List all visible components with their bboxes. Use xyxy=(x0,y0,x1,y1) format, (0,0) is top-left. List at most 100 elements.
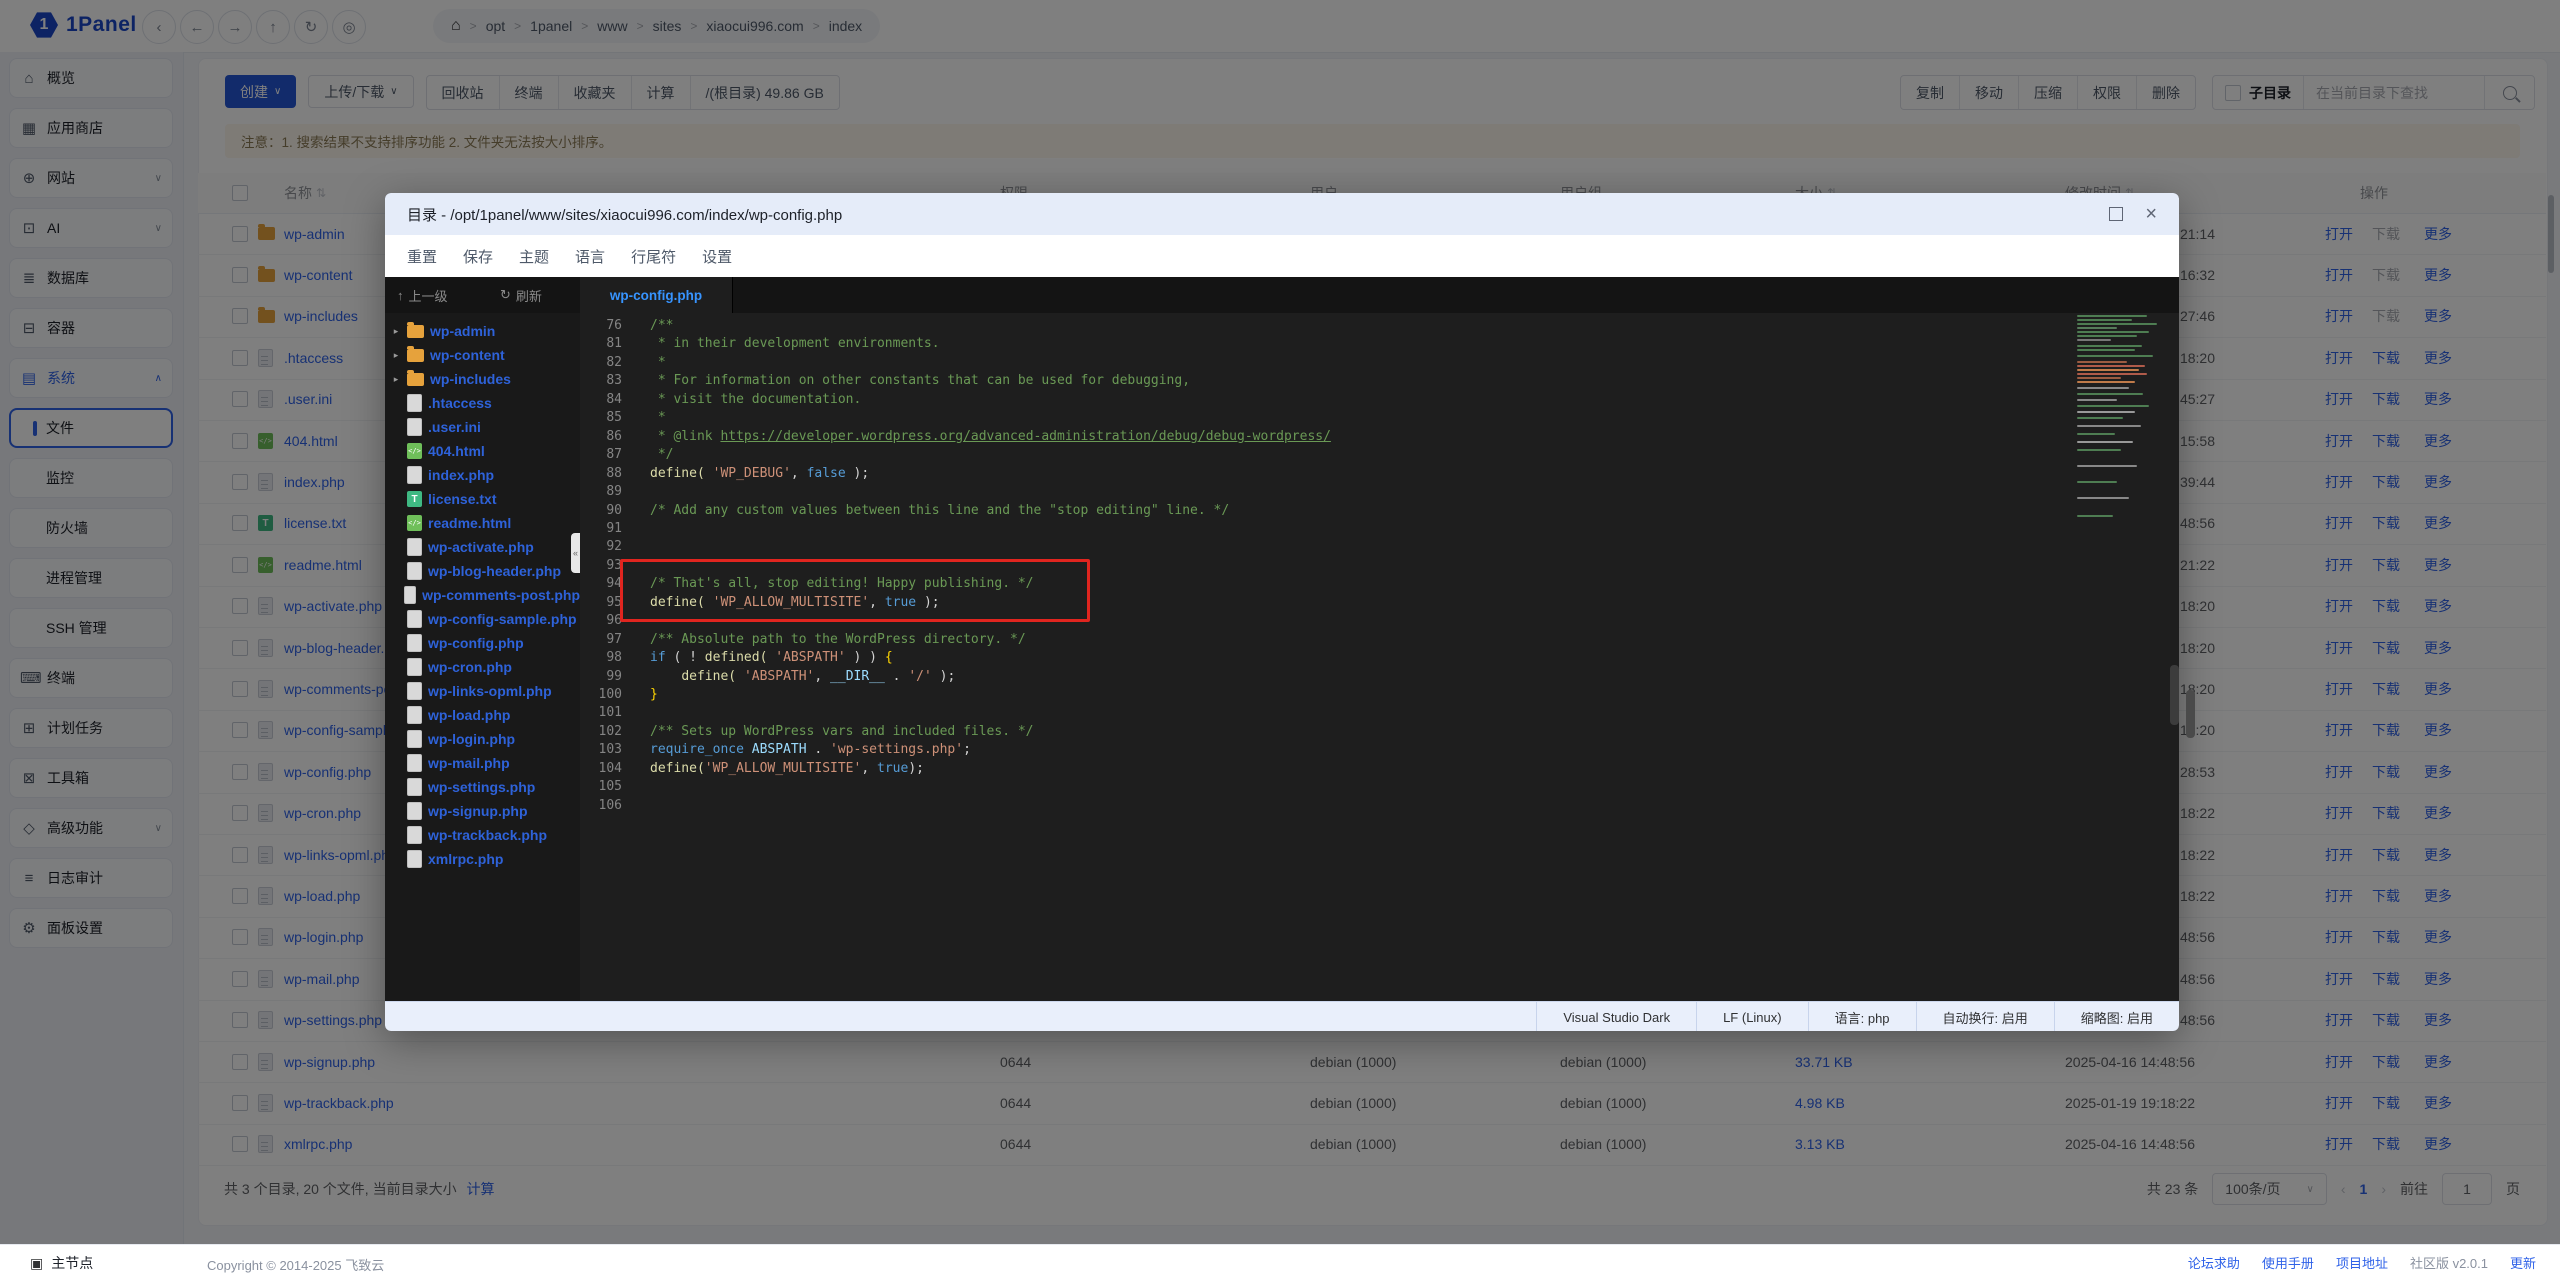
tree-item-label: wp-signup.php xyxy=(428,803,528,819)
tree-item-wp-login.php[interactable]: wp-login.php xyxy=(385,727,580,751)
tree-item-index.php[interactable]: index.php xyxy=(385,463,580,487)
tree-item-wp-comments-post.php[interactable]: wp-comments-post.php xyxy=(385,583,580,607)
tree-item-wp-config-sample.php[interactable]: wp-config-sample.php xyxy=(385,607,580,631)
line-number: 91 xyxy=(580,520,622,538)
caret-right-icon[interactable]: ▸ xyxy=(391,326,401,337)
line-number: 89 xyxy=(580,483,622,501)
code-text: } xyxy=(650,686,658,704)
tree-item-label: wp-settings.php xyxy=(428,779,535,795)
tree-item-readme.html[interactable]: </>readme.html xyxy=(385,511,580,535)
code-line-83: 83 * For information on other constants … xyxy=(580,372,2179,390)
update-link[interactable]: 更新 xyxy=(2510,1253,2536,1272)
tree-collapse-handle[interactable]: « xyxy=(571,533,580,573)
code-text: define('WP_ALLOW_MULTISITE', true); xyxy=(650,760,924,778)
code-line-97: 97/** Absolute path to the WordPress dir… xyxy=(580,631,2179,649)
tree-item-wp-signup.php[interactable]: wp-signup.php xyxy=(385,799,580,823)
file-icon xyxy=(407,418,422,436)
code-text: * in their development environments. xyxy=(650,335,940,353)
caret-right-icon[interactable]: ▸ xyxy=(391,350,401,361)
tree-item-wp-content[interactable]: ▸wp-content xyxy=(385,343,580,367)
footer-link-论坛求助[interactable]: 论坛求助 xyxy=(2188,1253,2240,1272)
line-number: 81 xyxy=(580,335,622,353)
tree-up-button[interactable]: ↑ 上一级 xyxy=(397,277,448,313)
line-number: 96 xyxy=(580,612,622,630)
tree-item-label: wp-includes xyxy=(430,371,511,387)
tree-item-wp-trackback.php[interactable]: wp-trackback.php xyxy=(385,823,580,847)
tree-item-label: wp-mail.php xyxy=(428,755,510,771)
code-text: define( 'ABSPATH', __DIR__ . '/' ); xyxy=(650,668,955,686)
tree-item-404.html[interactable]: </>404.html xyxy=(385,439,580,463)
line-number: 83 xyxy=(580,372,622,390)
editor-menu-保存[interactable]: 保存 xyxy=(463,246,493,267)
tree-item-license.txt[interactable]: Tlicense.txt xyxy=(385,487,580,511)
footer-link-使用手册[interactable]: 使用手册 xyxy=(2262,1253,2314,1272)
tree-refresh-button[interactable]: ↻ 刷新 xyxy=(500,277,542,313)
tree-item-label: readme.html xyxy=(428,515,511,531)
code-line-82: 82 * xyxy=(580,354,2179,372)
editor-menu-语言[interactable]: 语言 xyxy=(575,246,605,267)
code-line-100: 100} xyxy=(580,686,2179,704)
tree-item-label: wp-admin xyxy=(430,323,495,339)
tree-item-.user.ini[interactable]: .user.ini xyxy=(385,415,580,439)
code-file-icon: </> xyxy=(407,443,422,459)
tree-item-label: wp-load.php xyxy=(428,707,510,723)
tree-item-wp-config.php[interactable]: wp-config.php xyxy=(385,631,580,655)
tree-item-xmlrpc.php[interactable]: xmlrpc.php xyxy=(385,847,580,871)
tree-item-wp-cron.php[interactable]: wp-cron.php xyxy=(385,655,580,679)
tree-item-label: wp-blog-header.php xyxy=(428,563,561,579)
tree-item-wp-links-opml.php[interactable]: wp-links-opml.php xyxy=(385,679,580,703)
close-icon[interactable]: × xyxy=(2145,204,2157,224)
file-icon xyxy=(407,682,422,700)
version-label: 社区版 v2.0.1 xyxy=(2410,1253,2488,1272)
code-line-102: 102 /** Sets up WordPress vars and includ… xyxy=(580,723,2179,741)
dialog-scrollbar-thumb[interactable] xyxy=(2186,690,2195,738)
code-text: /** Sets up WordPress vars and included … xyxy=(650,723,1034,741)
tree-item-label: .htaccess xyxy=(428,395,492,411)
line-number: 90 xyxy=(580,502,622,520)
line-number: 102 xyxy=(580,723,622,741)
file-icon xyxy=(407,754,422,772)
code-line-92: 92 xyxy=(580,538,2179,556)
code-text: require_once ABSPATH . 'wp-settings.php'… xyxy=(650,741,971,759)
editor-menu-设置[interactable]: 设置 xyxy=(702,246,732,267)
tree-item-wp-settings.php[interactable]: wp-settings.php xyxy=(385,775,580,799)
line-number: 82 xyxy=(580,354,622,372)
master-node[interactable]: ▣ 主节点 xyxy=(30,1253,93,1273)
editor-menu-行尾符[interactable]: 行尾符 xyxy=(631,246,676,267)
status-eol[interactable]: LF (Linux) xyxy=(1696,1002,1808,1031)
fullscreen-icon[interactable] xyxy=(2109,207,2123,221)
code-text: * xyxy=(650,354,666,372)
tree-item-wp-includes[interactable]: ▸ wp-includes xyxy=(385,367,580,391)
code-editor-area[interactable]: 76/**81 * in their development environme… xyxy=(580,313,2179,1001)
code-line-98: 98if ( ! defined( 'ABSPATH' ) ) { xyxy=(580,649,2179,667)
editor-menu-主题[interactable]: 主题 xyxy=(519,246,549,267)
status-language[interactable]: 语言: php xyxy=(1808,1002,1916,1031)
status-theme[interactable]: Visual Studio Dark xyxy=(1536,1002,1696,1031)
folder-icon xyxy=(407,325,424,338)
footer-link-项目地址[interactable]: 项目地址 xyxy=(2336,1253,2388,1272)
caret-right-icon[interactable]: ▸ xyxy=(391,374,401,385)
code-line-106: 106 xyxy=(580,797,2179,815)
line-number: 105 xyxy=(580,778,622,796)
line-number: 84 xyxy=(580,391,622,409)
line-number: 76 xyxy=(580,317,622,335)
tree-item-wp-load.php[interactable]: wp-load.php xyxy=(385,703,580,727)
editor-tab-wp-config[interactable]: wp-config.php xyxy=(580,277,733,313)
status-minimap[interactable]: 缩略图: 启用 xyxy=(2054,1002,2179,1031)
tree-item-wp-admin[interactable]: ▸ wp-admin xyxy=(385,319,580,343)
status-wordwrap[interactable]: 自动换行: 启用 xyxy=(1916,1002,2054,1031)
tree-item-wp-activate.php[interactable]: wp-activate.php xyxy=(385,535,580,559)
editor-menu-重置[interactable]: 重置 xyxy=(407,246,437,267)
node-label: 主节点 xyxy=(51,1253,93,1273)
code-line-89: 89 xyxy=(580,483,2179,501)
tree-item-.htaccess[interactable]: .htaccess xyxy=(385,391,580,415)
code-line-99: 99 define( 'ABSPATH', __DIR__ . '/' ); xyxy=(580,668,2179,686)
code-line-84: 84 * visit the documentation. xyxy=(580,391,2179,409)
tree-item-wp-blog-header.php[interactable]: wp-blog-header.php xyxy=(385,559,580,583)
tree-item-label: wp-comments-post.php xyxy=(422,587,580,603)
tree-item-wp-mail.php[interactable]: wp-mail.php xyxy=(385,751,580,775)
line-number: 92 xyxy=(580,538,622,556)
file-icon xyxy=(407,706,422,724)
code-line-104: 104define('WP_ALLOW_MULTISITE', true); xyxy=(580,760,2179,778)
arrow-up-icon: ↑ xyxy=(397,288,404,303)
